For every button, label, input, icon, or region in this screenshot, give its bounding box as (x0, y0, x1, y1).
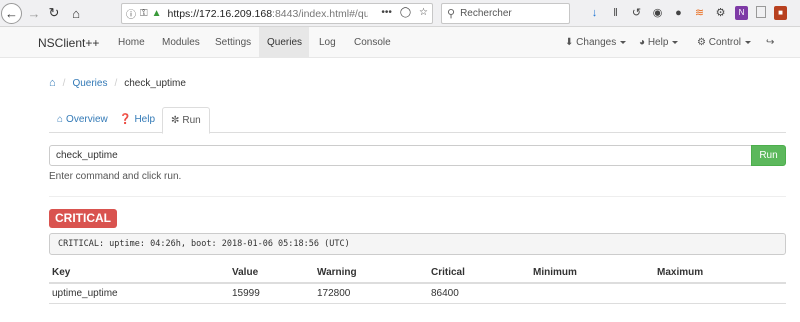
help-label: Help (647, 37, 669, 48)
url-text[interactable]: https://172.16.209.168:8443/index.html#/… (168, 8, 368, 20)
tab-label: Overview (66, 114, 108, 125)
browser-toolbar: ← → ↻ ⌂ ⓘ ⚿ ▲ https://172.16.209.168:844… (0, 0, 800, 27)
extension-icon[interactable]: ◉ (651, 6, 664, 20)
home-icon[interactable]: ⌂ (49, 77, 56, 89)
sync-icon[interactable]: ⚙ (714, 6, 727, 20)
url-path: :8443/index.html#/que (272, 7, 368, 20)
breadcrumb-separator: / (62, 77, 66, 89)
control-dropdown[interactable]: ⚙ Control (697, 27, 751, 58)
bookmark-star-icon[interactable]: ☆ (419, 7, 428, 18)
rss-icon[interactable]: ≋ (693, 6, 706, 20)
forward-arrow-icon[interactable]: → (24, 3, 44, 23)
pocket-icon[interactable]: ◯ (400, 7, 411, 18)
column-header: Warning (314, 263, 428, 284)
library-icon[interactable]: ‖ (609, 6, 622, 20)
nav-modules[interactable]: Modules (154, 27, 208, 58)
addon-icon[interactable]: ■ (774, 6, 787, 20)
column-header: Minimum (530, 263, 654, 284)
nav-console[interactable]: Console (346, 27, 399, 58)
table-cell: 86400 (428, 283, 530, 304)
caret-down-icon (672, 40, 679, 44)
tab-bar: ⌂ Overview ❓ Help ✼ Run (49, 107, 786, 134)
nav-log[interactable]: Log (311, 27, 344, 58)
table-cell: 172800 (314, 283, 428, 304)
cog-icon: ⚙ (697, 37, 706, 48)
tab-label: Run (182, 115, 201, 126)
sidebar-icon[interactable] (756, 6, 766, 18)
tab-label: Help (134, 114, 156, 125)
brand[interactable]: NSClient++ (38, 36, 99, 50)
caret-down-icon (745, 40, 751, 44)
nav-settings[interactable]: Settings (207, 27, 259, 58)
table-cell: uptime_uptime (49, 283, 229, 304)
table-cell: 15999 (229, 283, 314, 304)
run-button[interactable]: Run (751, 145, 786, 166)
url-host: https://172.16.209.168 (167, 7, 273, 20)
key-icon: ⚿ (140, 8, 148, 19)
reader-icon[interactable]: ● (672, 6, 685, 20)
caret-down-icon (620, 40, 627, 44)
globe-icon: ◕ (639, 37, 646, 48)
tab-help[interactable]: ❓ Help (111, 107, 163, 133)
reload-icon[interactable]: ↻ (44, 3, 64, 23)
search-input[interactable]: ⚲ Rechercher (441, 3, 570, 24)
column-header: Maximum (654, 263, 786, 284)
command-help-text: Enter command and click run. (49, 171, 182, 182)
perf-data-table: Key Value Warning Critical Minimum Maxim… (49, 263, 786, 304)
help-dropdown[interactable]: ◕ Help (639, 27, 679, 58)
page-actions-icon[interactable]: ••• (381, 7, 392, 18)
tab-run[interactable]: ✼ Run (162, 107, 210, 134)
home-icon[interactable]: ⌂ (66, 3, 86, 23)
command-output: CRITICAL: uptime: 04:26h, boot: 2018-01-… (49, 233, 786, 255)
back-arrow-icon[interactable]: ← (1, 3, 22, 24)
command-input[interactable] (49, 145, 752, 166)
address-bar[interactable]: ⓘ ⚿ ▲ https://172.16.209.168:8443/index.… (121, 3, 433, 24)
table-cell (530, 283, 654, 304)
changes-dropdown[interactable]: ⬇ Changes (565, 27, 627, 58)
table-cell (654, 283, 786, 304)
breadcrumb-queries-link[interactable]: Queries (72, 78, 107, 89)
tab-overview[interactable]: ⌂ Overview (49, 107, 116, 133)
search-placeholder: Rechercher (460, 8, 512, 19)
nav-home[interactable]: Home (110, 27, 153, 58)
info-icon[interactable]: ⓘ (126, 6, 136, 21)
download-icon[interactable]: ↓ (588, 6, 601, 20)
table-row: uptime_uptime 15999 172800 86400 (49, 283, 786, 304)
home-icon: ⌂ (57, 114, 64, 125)
search-icon: ⚲ (447, 8, 456, 20)
breadcrumb-current: check_uptime (124, 77, 186, 89)
breadcrumb-separator: / (114, 77, 118, 89)
column-header: Value (229, 263, 314, 284)
status-badge: CRITICAL (49, 209, 117, 228)
app-navbar: NSClient++ Home Modules Settings Queries… (0, 27, 800, 58)
logout-icon[interactable]: ↪ (766, 27, 774, 58)
breadcrumb: ⌂ / Queries / check_uptime (49, 77, 186, 89)
history-icon[interactable]: ↺ (630, 6, 643, 20)
divider (49, 196, 786, 197)
changes-label: Changes (576, 37, 617, 48)
nav-queries[interactable]: Queries (259, 27, 309, 58)
download-icon: ⬇ (565, 37, 574, 48)
control-label: Control (708, 37, 741, 48)
column-header: Critical (428, 263, 530, 284)
onenote-icon[interactable]: N (735, 6, 748, 20)
table-header-row: Key Value Warning Critical Minimum Maxim… (49, 263, 786, 284)
column-header: Key (49, 263, 229, 284)
question-circle-icon: ❓ (119, 114, 132, 125)
fire-icon: ✼ (171, 115, 180, 126)
lock-warning-icon: ▲ (151, 8, 162, 19)
